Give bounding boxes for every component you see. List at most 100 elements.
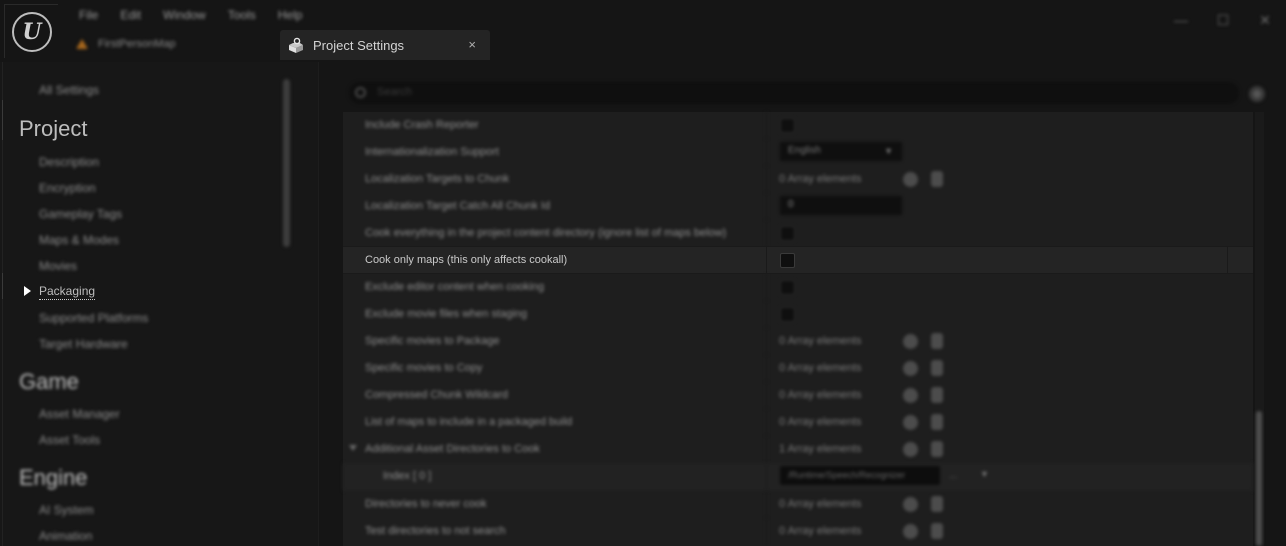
menu-file[interactable]: File xyxy=(68,6,109,24)
delete-all-button[interactable] xyxy=(931,171,943,187)
property-name: Cook only maps (this only affects cookal… xyxy=(365,254,568,266)
add-element-button[interactable] xyxy=(903,442,918,457)
tab-close-button[interactable]: × xyxy=(468,37,476,52)
column-splitter[interactable] xyxy=(766,328,767,355)
tab-project-settings[interactable]: Project Settings × xyxy=(280,30,490,60)
browse-button[interactable]: ... xyxy=(949,470,957,481)
search-icon xyxy=(355,87,366,98)
property-row: Exclude movie files when staging xyxy=(343,301,1253,328)
sidebar-all-settings[interactable]: All Settings xyxy=(39,83,99,97)
category-engine: Engine xyxy=(19,465,88,490)
sidebar-item-asset-manager[interactable]: Asset Manager xyxy=(39,407,120,421)
add-element-button[interactable] xyxy=(903,361,918,376)
sidebar-item-animation[interactable]: Animation xyxy=(39,529,92,543)
add-element-button[interactable] xyxy=(903,497,918,512)
delete-all-button[interactable] xyxy=(931,523,943,539)
details-panel: Search Include Crash Reporter Internatio… xyxy=(319,62,1286,546)
sidebar-item-maps-modes[interactable]: Maps & Modes xyxy=(39,233,119,247)
column-splitter[interactable] xyxy=(766,274,767,301)
checkbox[interactable] xyxy=(780,280,795,295)
menu-tools[interactable]: Tools xyxy=(217,6,267,24)
column-splitter[interactable] xyxy=(766,491,767,518)
sidebar-item-ai-system[interactable]: AI System xyxy=(39,503,94,517)
column-splitter[interactable] xyxy=(766,112,767,139)
array-count: 0 Array elements xyxy=(779,362,862,374)
column-splitter[interactable] xyxy=(766,301,767,328)
column-splitter[interactable] xyxy=(766,220,767,247)
property-name: Directories to never cook xyxy=(365,498,487,510)
property-name: Test directories to not search xyxy=(365,525,506,537)
level-tab[interactable]: FirstPersonMap xyxy=(76,38,176,50)
details-scrollbar[interactable] xyxy=(1256,411,1262,546)
checkbox[interactable] xyxy=(780,307,795,322)
delete-all-button[interactable] xyxy=(931,496,943,512)
column-splitter[interactable] xyxy=(766,193,767,220)
reset-column-splitter xyxy=(1227,247,1228,274)
close-window-button[interactable]: ✕ xyxy=(1244,0,1286,40)
add-element-button[interactable] xyxy=(903,334,918,349)
property-name: Specific movies to Package xyxy=(365,335,500,347)
delete-all-button[interactable] xyxy=(931,414,943,430)
unreal-logo[interactable]: U xyxy=(4,4,58,58)
search-input[interactable]: Search xyxy=(349,82,1239,104)
property-row: Specific movies to Copy 0 Array elements xyxy=(343,355,1253,382)
column-splitter[interactable] xyxy=(766,166,767,193)
delete-all-button[interactable] xyxy=(931,441,943,457)
delete-all-button[interactable] xyxy=(931,360,943,376)
maximize-icon: ☐ xyxy=(1216,11,1230,28)
category-project: Project xyxy=(19,116,88,141)
property-row: Cook everything in the project content d… xyxy=(343,220,1253,247)
checkbox[interactable] xyxy=(780,226,795,241)
property-name: Localization Target Catch All Chunk Id xyxy=(365,200,551,212)
column-splitter[interactable] xyxy=(766,463,767,490)
menu-window[interactable]: Window xyxy=(152,6,217,24)
chevron-down-icon[interactable]: ▼ xyxy=(980,469,989,479)
delete-all-button[interactable] xyxy=(931,333,943,349)
column-splitter[interactable] xyxy=(766,355,767,382)
category-game: Game xyxy=(19,369,79,394)
menu-edit[interactable]: Edit xyxy=(109,6,152,24)
sidebar-item-movies[interactable]: Movies xyxy=(39,259,77,273)
add-element-button[interactable] xyxy=(903,388,918,403)
language-dropdown[interactable]: English ▼ xyxy=(780,142,902,161)
window-controls: — ☐ ✕ xyxy=(1160,0,1286,40)
sidebar-item-supported-platforms[interactable]: Supported Platforms xyxy=(39,311,148,325)
property-name: Exclude movie files when staging xyxy=(365,308,528,320)
delete-all-button[interactable] xyxy=(931,387,943,403)
sidebar-item-packaging[interactable]: Packaging xyxy=(39,284,96,300)
column-splitter[interactable] xyxy=(766,436,767,463)
column-splitter[interactable] xyxy=(766,382,767,409)
maximize-button[interactable]: ☐ xyxy=(1202,0,1244,40)
settings-cube-icon xyxy=(289,37,303,53)
sidebar-scrollbar[interactable] xyxy=(283,79,290,247)
menu-bar: File Edit Window Tools Help xyxy=(68,6,313,24)
dropdown-value: English xyxy=(788,145,821,156)
chevron-down-icon: ▼ xyxy=(884,146,893,156)
column-splitter[interactable] xyxy=(766,139,767,166)
sidebar-item-target-hardware[interactable]: Target Hardware xyxy=(39,337,128,351)
column-splitter[interactable] xyxy=(766,409,767,436)
menu-help[interactable]: Help xyxy=(267,6,314,24)
warning-icon xyxy=(76,39,88,49)
add-element-button[interactable] xyxy=(903,415,918,430)
number-input[interactable]: 0 xyxy=(780,196,902,215)
gear-icon[interactable] xyxy=(1249,86,1265,102)
sidebar-item-description[interactable]: Description xyxy=(39,155,99,169)
expand-arrow-icon[interactable] xyxy=(349,445,357,451)
directory-path-input[interactable]: /Runtime/Speech/Recognizer xyxy=(780,466,940,485)
sidebar-item-encryption[interactable]: Encryption xyxy=(39,181,96,195)
column-splitter[interactable] xyxy=(766,518,767,545)
minimize-icon: — xyxy=(1174,12,1188,28)
array-count: 0 Array elements xyxy=(779,416,862,428)
array-count: 0 Array elements xyxy=(779,498,862,510)
array-count: 0 Array elements xyxy=(779,335,862,347)
minimize-button[interactable]: — xyxy=(1160,0,1202,40)
active-item-indicator xyxy=(2,273,3,299)
cook-only-maps-checkbox[interactable] xyxy=(780,253,795,268)
add-element-button[interactable] xyxy=(903,172,918,187)
checkbox[interactable] xyxy=(780,118,795,133)
column-splitter[interactable] xyxy=(766,247,767,274)
add-element-button[interactable] xyxy=(903,524,918,539)
sidebar-item-asset-tools[interactable]: Asset Tools xyxy=(39,433,100,447)
sidebar-item-gameplay-tags[interactable]: Gameplay Tags xyxy=(39,207,122,221)
